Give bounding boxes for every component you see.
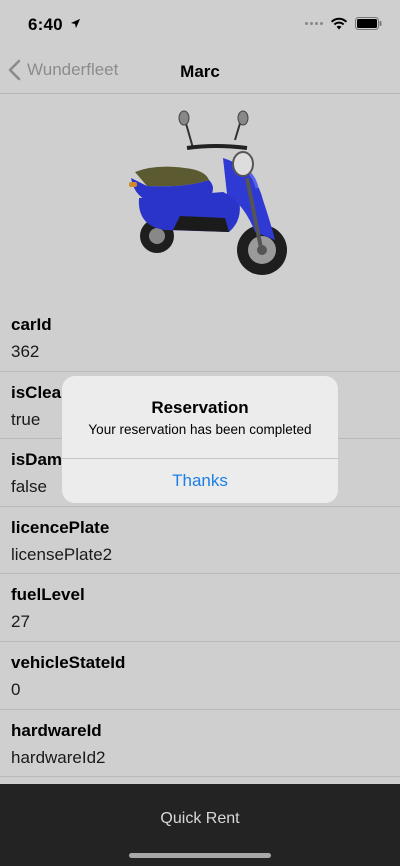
- page-title: Marc: [180, 62, 220, 81]
- field-value: 27: [11, 612, 30, 632]
- location-arrow-icon: [70, 18, 81, 29]
- list-item: carId 362: [0, 304, 400, 372]
- bottom-bar: Quick Rent: [0, 784, 400, 866]
- field-value: hardwareId2: [11, 747, 106, 767]
- list-item: fuelLevel 27: [0, 574, 400, 642]
- field-key: licencePlate: [11, 517, 110, 537]
- field-key: hardwareId: [11, 720, 102, 740]
- alert-title: Reservation: [151, 398, 249, 417]
- field-value: 362: [11, 342, 40, 361]
- battery-icon: [355, 17, 382, 30]
- field-value: true: [11, 409, 41, 429]
- field-key: fuelLevel: [11, 585, 85, 605]
- alert-message: Your reservation has been completed: [88, 422, 312, 437]
- wifi-icon: [330, 17, 348, 30]
- field-key: vehicleStateId: [11, 652, 126, 672]
- field-value: 0: [11, 679, 21, 699]
- list-item: vehicleStateId 0: [0, 642, 400, 710]
- reservation-alert: Reservation Your reservation has been co…: [62, 376, 338, 503]
- list-item: hardwareId hardwareId2: [0, 710, 400, 778]
- navigation-bar: Wunderfleet Marc: [0, 50, 400, 94]
- field-key: isDam: [11, 450, 63, 470]
- status-time: 6:40: [28, 15, 63, 34]
- list-item: licencePlate licensePlate2: [0, 507, 400, 575]
- field-value: licensePlate2: [11, 544, 113, 564]
- home-indicator: [129, 853, 271, 858]
- quick-rent-button[interactable]: Quick Rent: [0, 810, 400, 828]
- field-value: false: [11, 477, 47, 497]
- status-bar: 6:40: [0, 0, 400, 50]
- cellular-signal-icon: [305, 22, 323, 25]
- vehicle-detail-list: carId 362 isClea true isDam false licenc…: [0, 304, 400, 778]
- field-key: isClea: [11, 382, 62, 402]
- scooter-image: [129, 110, 287, 275]
- field-key: carId: [11, 315, 52, 334]
- thanks-button[interactable]: Thanks: [62, 459, 338, 503]
- status-icons: [305, 17, 382, 30]
